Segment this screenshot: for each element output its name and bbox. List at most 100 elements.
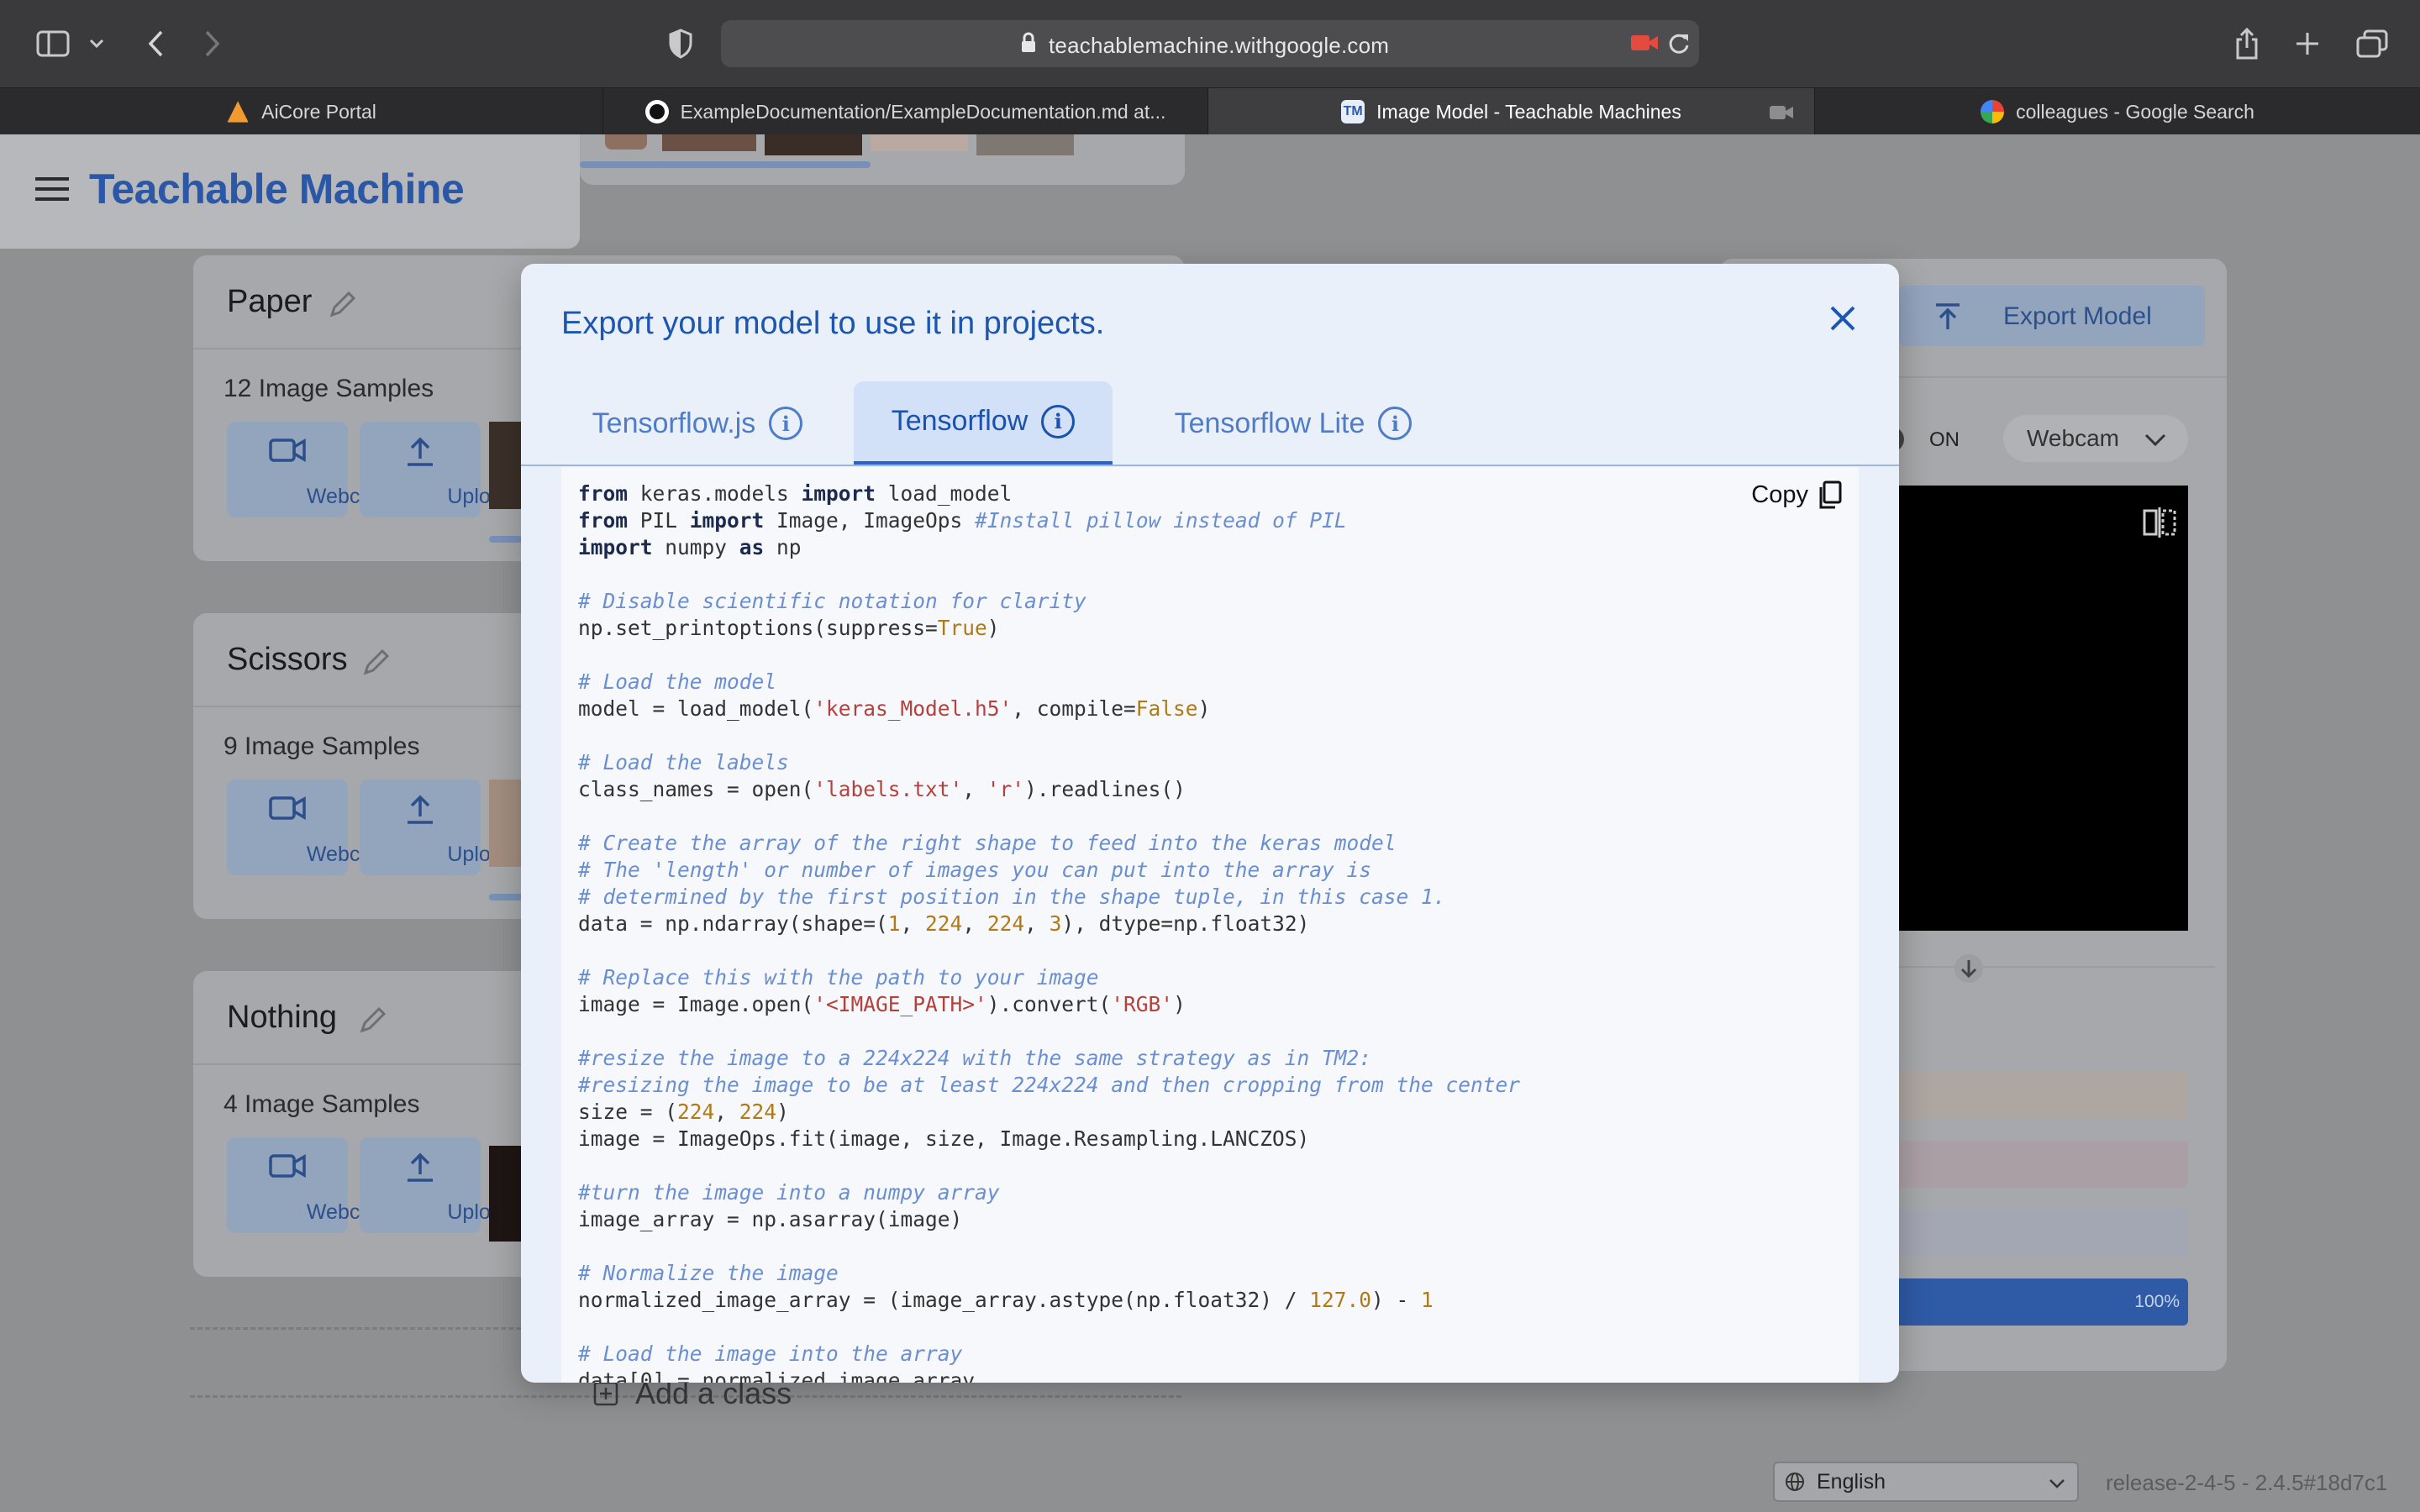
tab-label: Image Model - Teachable Machines [1376,100,1681,123]
edit-pencil-icon[interactable] [328,289,358,323]
upload-icon [408,437,433,466]
export-icon [1936,303,1960,329]
copy-button[interactable]: Copy [1751,480,1842,509]
aicore-favicon-icon [227,101,249,123]
tab-label: Tensorflow [891,405,1028,437]
tab-aicore-portal[interactable]: AiCore Portal [0,88,603,135]
samples-scrollbar[interactable] [489,536,523,543]
camera-icon [1769,103,1794,126]
sample-thumbnail [489,1146,523,1242]
lock-icon [1020,32,1037,58]
samples-scrollbar[interactable] [489,894,523,900]
info-icon[interactable]: i [1378,407,1413,440]
back-icon[interactable] [139,22,173,66]
copy-icon [1819,480,1842,509]
export-model-button[interactable]: Export Model [1899,286,2205,346]
language-select[interactable]: English [1773,1462,2079,1502]
sidebar-toggle-icon[interactable] [34,22,72,66]
webcam-button[interactable]: Webcam [227,1137,389,1233]
sample-thumbnail [605,134,647,150]
tab-github[interactable]: ExampleDocumentation/ExampleDocumentatio… [603,88,1208,135]
add-box-icon [593,1381,618,1406]
edit-pencil-icon[interactable] [358,1005,388,1039]
info-icon[interactable]: i [769,407,803,440]
reload-icon[interactable] [1667,31,1691,60]
edit-pencil-icon[interactable] [361,647,392,681]
class-title[interactable]: Scissors [227,642,348,678]
tab-label: colleagues - Google Search [2016,100,2254,123]
sample-thumbnail [489,422,523,509]
sample-count: 9 Image Samples [224,732,420,760]
google-favicon-icon [1981,100,2005,123]
new-tab-icon[interactable] [2289,22,2326,66]
github-favicon-icon [644,100,669,123]
close-icon [1830,306,1855,331]
upload-icon [408,1152,433,1182]
release-version: release-2-4-5 - 2.4.5#18d7c1 [2106,1470,2388,1495]
hamburger-menu-icon[interactable] [35,176,69,206]
webcam-button[interactable]: Webcam [227,422,389,517]
browser-toolbar: teachablemachine.withgoogle.com [0,0,2420,87]
code-text: from keras.models import load_model from… [578,481,1521,1383]
arrow-down-icon[interactable] [1953,953,1985,984]
tab-tensorflow[interactable]: Tensorflow i [854,381,1113,465]
sample-strip-card [580,134,1185,185]
tab-divider [521,465,1899,466]
tab-bar: AiCore Portal ExampleDocumentation/Examp… [0,87,2420,135]
tab-label: ExampleDocumentation/ExampleDocumentatio… [680,100,1166,123]
upload-icon [408,795,433,824]
language-value: English [1817,1469,1886,1494]
tab-label: Tensorflow Lite [1174,407,1365,439]
address-bar[interactable]: teachablemachine.withgoogle.com [721,20,1699,67]
info-icon[interactable]: i [1041,404,1076,438]
webcam-icon [269,795,306,821]
app-header: Teachable Machine [0,134,580,249]
forward-icon[interactable] [195,22,229,66]
divider [1845,966,2215,968]
close-button[interactable] [1822,297,1864,339]
tab-tensorflowjs[interactable]: Tensorflow.js i [563,381,832,465]
sample-count: 12 Image Samples [224,375,434,402]
webcam-button[interactable]: Webcam [227,780,389,875]
app-logo[interactable]: Teachable Machine [89,165,465,213]
upload-button[interactable]: Upload [360,422,514,517]
modal-title: Export your model to use it in projects. [561,306,1105,341]
export-model-label: Export Model [2003,302,2152,330]
camera-in-use-icon[interactable] [1630,34,1659,56]
chevron-down-icon [2144,433,2166,447]
chevron-down-icon [2049,1479,2065,1488]
chevron-down-icon[interactable] [84,22,109,66]
source-select[interactable]: Webcam [2003,415,2188,462]
upload-button[interactable]: Upload [360,780,514,875]
url-text: teachablemachine.withgoogle.com [1049,33,1390,58]
globe-icon [1786,1473,1804,1491]
share-icon[interactable] [2228,22,2265,66]
copy-label: Copy [1751,480,1808,508]
sample-thumbnail [765,134,862,155]
sample-thumbnail [976,134,1074,155]
export-modal: Export your model to use it in projects.… [521,264,1899,1383]
tab-label: Tensorflow.js [592,407,756,439]
sample-count: 4 Image Samples [224,1090,420,1118]
tab-overview-icon[interactable] [2353,22,2391,66]
toggle-label: ON [1929,428,1960,451]
sample-thumbnail [489,780,523,867]
tab-image-model[interactable]: TM Image Model - Teachable Machines [1208,88,1815,135]
class-title[interactable]: Nothing [227,1000,337,1036]
sample-thumbnail [871,134,968,151]
tab-tensorflow-lite[interactable]: Tensorflow Lite i [1138,381,1449,465]
source-select-value: Webcam [2027,425,2119,451]
upload-button[interactable]: Upload [360,1137,514,1233]
webcam-icon [269,438,306,463]
tab-google-search[interactable]: colleagues - Google Search [1815,88,2420,135]
tab-label: AiCore Portal [261,100,376,123]
sample-thumbnail [662,134,756,151]
confidence-value: 100% [2134,1292,2180,1311]
teachable-machine-favicon-icon: TM [1341,100,1365,123]
privacy-shield-icon[interactable] [664,22,697,66]
code-snippet[interactable]: Copy from keras.models import load_model… [561,467,1859,1383]
strip-scrollbar[interactable] [580,161,871,168]
flip-camera-icon[interactable] [2143,506,2176,539]
webcam-icon [269,1153,306,1179]
class-title[interactable]: Paper [227,284,312,320]
